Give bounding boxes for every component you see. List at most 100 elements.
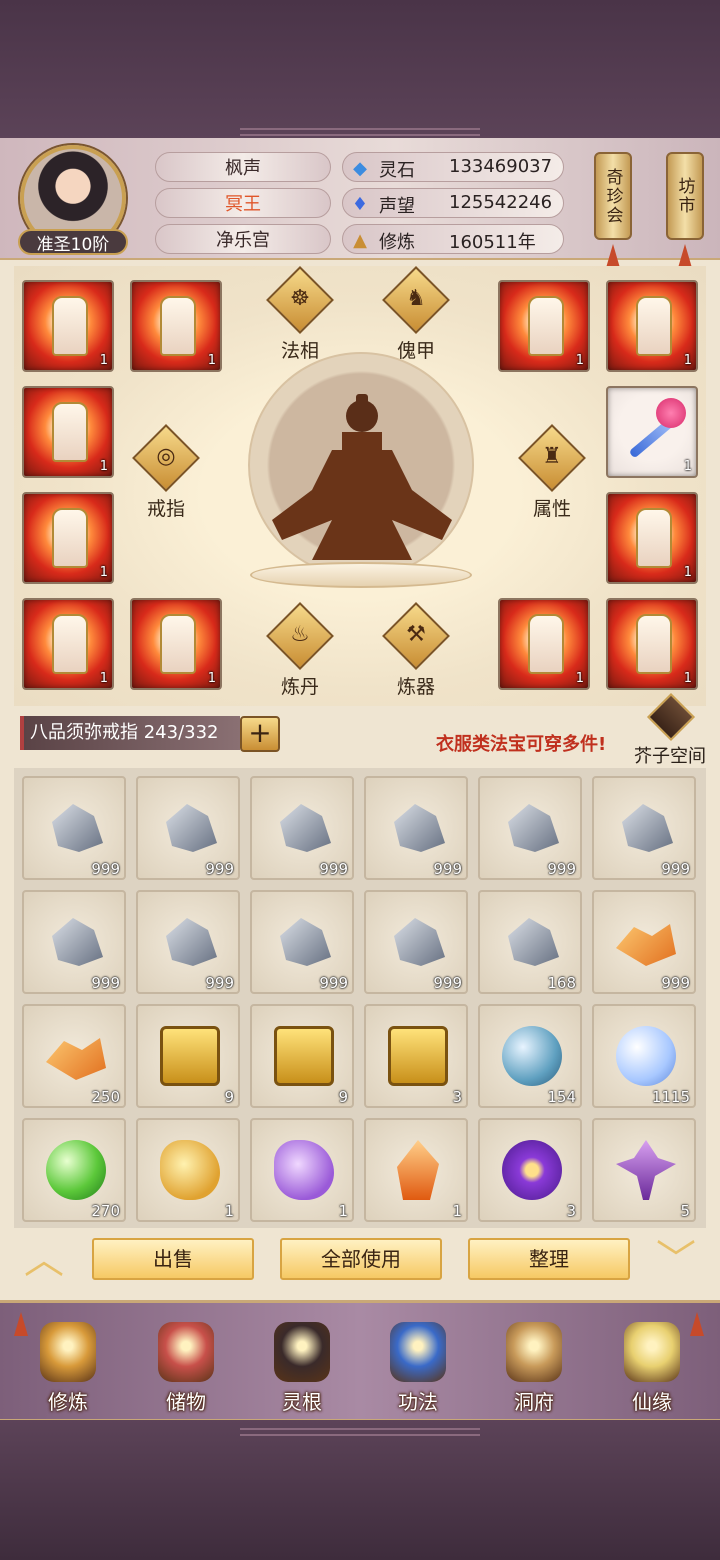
bottom-band xyxy=(0,1420,720,1560)
item-count: 3 xyxy=(566,1202,576,1220)
ring-button[interactable]: ◎ 戒指 xyxy=(128,424,204,526)
item-count: 999 xyxy=(433,974,462,992)
equip-slot[interactable]: 1 xyxy=(606,598,698,690)
cultivation-icon: ▲ xyxy=(353,229,367,251)
nav-item[interactable]: 灵根 xyxy=(252,1318,352,1418)
item-count: 999 xyxy=(661,860,690,878)
nav-label: 储物 xyxy=(166,1390,206,1414)
page-down-arrow-icon[interactable]: ﹀ xyxy=(648,1240,704,1280)
chest-icon xyxy=(388,1026,448,1086)
item-count: 999 xyxy=(91,860,120,878)
inventory-cell[interactable]: 270 xyxy=(22,1118,126,1222)
bag-capacity: 八品须弥戒指 243/332 xyxy=(20,716,240,750)
item-count: 1 xyxy=(99,353,108,368)
inventory-cell[interactable]: 999 xyxy=(22,890,126,994)
forging-button[interactable]: ⚒ 炼器 xyxy=(378,602,454,704)
item-count: 1 xyxy=(683,353,692,368)
treasure-fair-button[interactable]: 奇珍会 xyxy=(594,152,632,240)
page-up-arrow-icon[interactable]: ︿ xyxy=(16,1240,72,1280)
attribute-icon: ♜ xyxy=(542,444,562,469)
button-label: 芥子空间 xyxy=(634,746,706,767)
attributes-button[interactable]: ♜ 属性 xyxy=(514,424,590,526)
character-platform xyxy=(250,562,472,588)
equip-slot[interactable]: 1 xyxy=(498,598,590,690)
swirl-gold-icon xyxy=(160,1140,220,1200)
equip-slot[interactable]: 1 xyxy=(22,386,114,478)
nav-item[interactable]: 修炼 xyxy=(18,1318,118,1418)
robe-icon xyxy=(52,614,88,674)
swirl-purple-icon xyxy=(274,1140,334,1200)
sword-hilt-icon xyxy=(656,398,686,428)
inventory-cell[interactable]: 9 xyxy=(136,1004,240,1108)
item-count: 999 xyxy=(91,974,120,992)
item-count: 1 xyxy=(575,353,584,368)
stat-label: 修炼 xyxy=(379,232,415,253)
inventory-cell[interactable]: 999 xyxy=(478,776,582,880)
expand-bag-button[interactable]: + xyxy=(240,716,280,752)
inventory-cell[interactable]: 250 xyxy=(22,1004,126,1108)
ore-icon xyxy=(622,804,673,852)
equip-slot[interactable]: 1 xyxy=(606,492,698,584)
inventory-cell[interactable]: 999 xyxy=(364,890,468,994)
nav-item[interactable]: 功法 xyxy=(368,1318,468,1418)
button-label: 戒指 xyxy=(146,498,185,520)
player-name: 枫声 xyxy=(155,152,331,182)
inventory-cell[interactable]: 999 xyxy=(250,890,354,994)
nav-item[interactable]: 仙缘 xyxy=(602,1318,702,1418)
item-count: 9 xyxy=(224,1088,234,1106)
inventory-cell[interactable]: 5 xyxy=(592,1118,696,1222)
alchemy-button[interactable]: ♨ 炼丹 xyxy=(262,602,338,704)
ore-icon xyxy=(508,918,559,966)
inventory-cell[interactable]: 999 xyxy=(364,776,468,880)
spirit-stone-icon: ◆ xyxy=(353,157,367,179)
inventory-cell[interactable]: 1115 xyxy=(592,1004,696,1108)
sell-button[interactable]: 出售 xyxy=(92,1238,254,1280)
nav-item[interactable]: 储物 xyxy=(136,1318,236,1418)
meditating-figure xyxy=(272,394,452,560)
item-count: 3 xyxy=(452,1088,462,1106)
equip-slot[interactable]: 1 xyxy=(498,280,590,372)
item-count: 1 xyxy=(575,671,584,686)
item-count: 154 xyxy=(547,1088,576,1106)
flame-orange-icon xyxy=(397,1140,439,1200)
dharma-form-button[interactable]: ☸ 法相 xyxy=(262,266,338,368)
top-ornament xyxy=(240,128,480,136)
equip-slot[interactable]: 1 xyxy=(130,598,222,690)
inventory-cell[interactable]: 168 xyxy=(478,890,582,994)
sort-button[interactable]: 整理 xyxy=(468,1238,630,1280)
inventory-cell[interactable]: 9 xyxy=(250,1004,354,1108)
amber-icon xyxy=(616,924,676,966)
stat-label: 灵石 xyxy=(379,160,415,181)
ore-icon xyxy=(166,918,217,966)
inventory-cell[interactable]: 3 xyxy=(364,1004,468,1108)
mustard-space-button[interactable]: 芥子空间 xyxy=(630,692,710,767)
robe-icon xyxy=(52,508,88,568)
equip-slot[interactable]: 1 xyxy=(22,280,114,372)
inventory-cell[interactable]: 999 xyxy=(136,890,240,994)
inventory-cell[interactable]: 999 xyxy=(592,890,696,994)
equip-slot[interactable]: 1 xyxy=(22,492,114,584)
robe-icon xyxy=(636,508,672,568)
inventory-cell[interactable]: 999 xyxy=(250,776,354,880)
inventory-cell[interactable]: 999 xyxy=(22,776,126,880)
item-count: 270 xyxy=(91,1202,120,1220)
use-all-button[interactable]: 全部使用 xyxy=(280,1238,442,1280)
equip-slot[interactable]: 1 xyxy=(22,598,114,690)
equip-slot[interactable]: 1 xyxy=(606,280,698,372)
nav-item[interactable]: 洞府 xyxy=(484,1318,584,1418)
button-label: 法相 xyxy=(280,340,319,362)
inventory-cell[interactable]: 1 xyxy=(364,1118,468,1222)
inventory-cell[interactable]: 999 xyxy=(592,776,696,880)
inventory-cell[interactable]: 999 xyxy=(136,776,240,880)
inventory-cell[interactable]: 1 xyxy=(250,1118,354,1222)
amber-icon xyxy=(46,1038,106,1080)
inventory-cell[interactable]: 3 xyxy=(478,1118,582,1222)
market-button[interactable]: 坊市 xyxy=(666,152,704,240)
equip-slot[interactable]: 1 xyxy=(606,386,698,478)
puppet-armor-button[interactable]: ♞ 傀甲 xyxy=(378,266,454,368)
inventory-cell[interactable]: 1 xyxy=(136,1118,240,1222)
robe-icon xyxy=(52,402,88,462)
item-count: 999 xyxy=(205,974,234,992)
equip-slot[interactable]: 1 xyxy=(130,280,222,372)
inventory-cell[interactable]: 154 xyxy=(478,1004,582,1108)
